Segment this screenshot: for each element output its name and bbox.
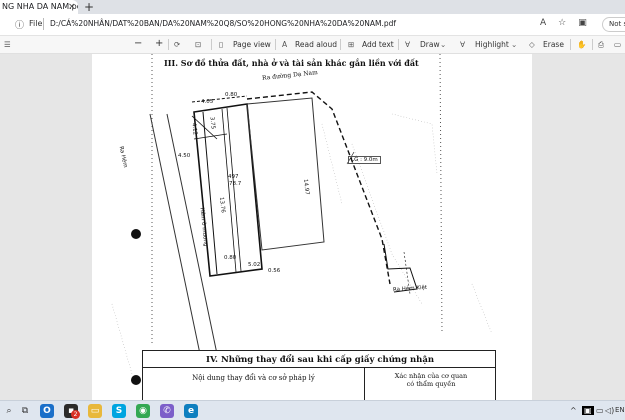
network-icon[interactable]: ▭ <box>596 406 604 415</box>
file-label: File <box>29 19 43 28</box>
close-icon[interactable]: × <box>68 0 76 14</box>
print-icon[interactable]: ⎙ <box>598 40 604 50</box>
read-aloud-icon: A <box>282 40 288 49</box>
save-icon[interactable]: ▭ <box>614 40 621 49</box>
outlook-icon[interactable]: O <box>40 404 54 418</box>
section-3-heading: III. Sơ đồ thửa đất, nhà ở và tài sản kh… <box>164 58 419 68</box>
divider <box>168 39 169 50</box>
volume-icon[interactable]: ◁) <box>605 406 614 415</box>
column-header-line: có thẩm quyền <box>406 380 456 388</box>
viber-icon[interactable]: ✆ <box>160 404 174 418</box>
pdf-viewer[interactable]: III. Sơ đồ thửa đất, nhà ở và tài sản kh… <box>0 54 625 400</box>
read-aloud-button[interactable]: Read aloud <box>295 40 337 49</box>
dimension-label: 0.56 <box>268 268 281 274</box>
collections-icon[interactable]: ▣ <box>578 18 599 28</box>
touch-icon[interactable]: ✋ <box>577 40 586 49</box>
divider <box>592 39 593 50</box>
divider <box>211 39 212 50</box>
punch-hole <box>131 229 141 239</box>
section-4-heading: IV. Những thay đổi sau khi cấp giấy chứn… <box>205 355 435 365</box>
add-text-button[interactable]: Add text <box>362 40 394 49</box>
column-header-line: Xác nhận của cơ quan <box>394 372 468 380</box>
address-bar: ⓘ File D:/CÁ%20NHÂN/DAT%20BAN/DA%20NAM%2… <box>0 14 625 36</box>
dimension-label: 0.80 <box>225 92 238 98</box>
search-icon[interactable]: ⌕ <box>2 404 16 418</box>
erase-icon: ◇ <box>529 40 535 49</box>
punch-hole <box>131 375 141 385</box>
language-indicator[interactable]: ENG <box>615 406 625 414</box>
notification-badge: 2 <box>71 410 80 419</box>
page-view-button[interactable]: Page view <box>233 40 271 49</box>
divider <box>43 18 44 30</box>
tray-app-icon[interactable]: ▣ <box>582 406 594 415</box>
chevron-up-icon[interactable]: ^ <box>570 406 577 415</box>
rotate-icon[interactable]: ⟳ <box>174 40 180 49</box>
divider <box>275 39 276 50</box>
profile-button[interactable]: Not s <box>602 17 625 32</box>
edge-icon[interactable]: e <box>184 404 198 418</box>
land-plot-diagram <box>111 54 493 375</box>
task-view-icon[interactable]: ⧉ <box>18 404 32 418</box>
draw-icon: ∀ <box>405 40 411 49</box>
info-icon[interactable]: ⓘ <box>15 18 24 31</box>
taskbar: ⌕ ⧉ O ▪ 2 ▭ S ◉ ✆ e ^ ▣ ▭ ◁) ENG <box>0 400 625 420</box>
divider <box>340 39 341 50</box>
contents-icon[interactable]: ☰ <box>4 40 11 49</box>
divider <box>570 39 571 50</box>
dimension-label: 4.12 <box>190 122 198 136</box>
new-tab-button[interactable]: + <box>84 0 94 14</box>
draw-button[interactable]: Draw <box>420 40 440 49</box>
skype-icon[interactable]: S <box>112 404 126 418</box>
dimension-label: 5.02 <box>248 262 261 268</box>
highlight-button[interactable]: Highlight <box>475 40 509 49</box>
column-header-confirmation: Xác nhận của cơ quan có thẩm quyền <box>367 368 495 400</box>
zoom-out-button[interactable]: − <box>134 38 142 49</box>
changes-table: IV. Những thay đổi sau khi cấp giấy chứn… <box>142 350 496 400</box>
chrome-icon[interactable]: ◉ <box>136 404 150 418</box>
tab-title: NG NHA DA NAM.pdf <box>2 2 78 11</box>
erase-button[interactable]: Erase <box>543 40 564 49</box>
tab-pdf[interactable]: NG NHA DA NAM.pdf × <box>0 0 78 14</box>
lot-area: 78.7 <box>229 181 242 187</box>
zoom-in-button[interactable]: + <box>155 38 163 49</box>
lot-number: 497 <box>228 174 239 180</box>
dimension-label: 4.50 <box>178 153 191 159</box>
page-view-icon: ▯ <box>219 40 224 49</box>
add-text-icon: ⊞ <box>348 40 355 49</box>
tab-strip: NG NHA DA NAM.pdf × + <box>0 0 625 14</box>
fit-icon[interactable]: ⊡ <box>195 40 201 49</box>
read-icon[interactable]: A <box>540 18 558 28</box>
pdf-toolbar: ☰ − + ⟳ ⊡ ▯ Page view A Read aloud ⊞ Add… <box>0 36 625 54</box>
pdf-page: III. Sơ đồ thửa đất, nhà ở và tài sản kh… <box>92 54 532 400</box>
chevron-down-icon[interactable]: ⌄ <box>511 40 517 49</box>
dimension-label: 3.75 <box>208 116 216 130</box>
address-actions: A☆▣ <box>540 18 599 28</box>
folder-icon[interactable]: ▭ <box>88 404 102 418</box>
url-text[interactable]: D:/CÁ%20NHÂN/DAT%20BAN/DA%20NAM%20Q8/SO%… <box>50 19 396 28</box>
highlight-icon: ∀ <box>460 40 466 49</box>
favorite-icon[interactable]: ☆ <box>558 18 578 28</box>
dimension-label: 4.05 <box>201 99 214 105</box>
column-header-content: Nội dung thay đổi và cơ sở pháp lý <box>143 368 365 400</box>
lg-label: LG : 9.0m <box>348 156 381 164</box>
table-header-row: Nội dung thay đổi và cơ sở pháp lý Xác n… <box>143 367 495 400</box>
chevron-down-icon[interactable]: ⌄ <box>440 40 446 49</box>
dimension-label: 0.80 <box>224 255 237 261</box>
divider <box>398 39 399 50</box>
